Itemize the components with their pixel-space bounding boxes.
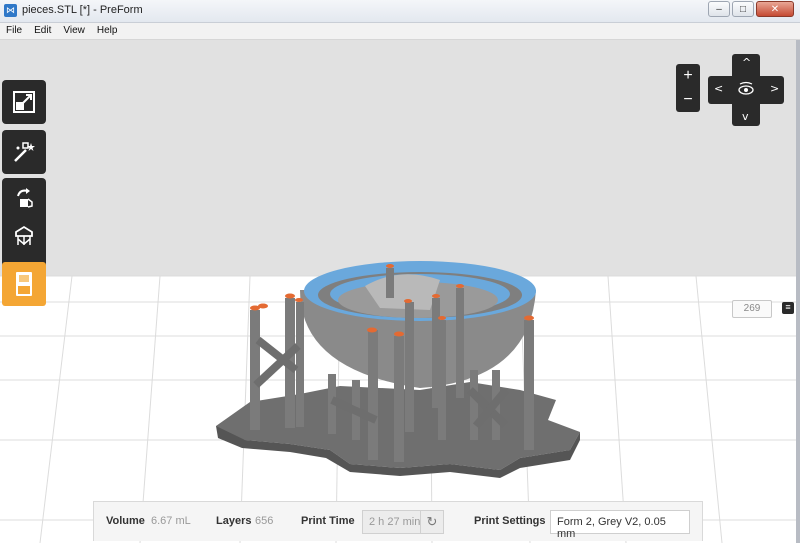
nav-right-button[interactable]: > <box>770 82 779 95</box>
volume-label: Volume <box>106 515 145 527</box>
menu-help[interactable]: Help <box>91 23 124 39</box>
auto-generate-button[interactable] <box>2 130 46 174</box>
printed-model[interactable] <box>0 40 796 543</box>
layers-value: 656 <box>255 515 274 527</box>
orientation-icon <box>17 188 33 208</box>
scale-button[interactable] <box>2 80 46 124</box>
preform-logo-icon: ⋈ <box>4 4 17 17</box>
close-button[interactable]: ✕ <box>756 1 794 17</box>
print-settings-field[interactable]: Form 2, Grey V2, 0.05 mm <box>550 510 690 540</box>
nav-up-button[interactable]: ^ <box>742 56 751 69</box>
zoom-controls: + − <box>676 64 700 112</box>
auto-generate-icon <box>14 142 35 162</box>
zoom-in-button[interactable]: + <box>676 64 700 88</box>
supports-icon <box>15 225 33 245</box>
print-button[interactable] <box>2 262 46 306</box>
menu-bar: File Edit View Help <box>0 23 800 40</box>
print-settings-label: Print Settings <box>474 515 546 527</box>
menu-edit[interactable]: Edit <box>28 23 57 39</box>
window-title: pieces.STL [*] - PreForm <box>22 4 143 16</box>
view-navigation: ^ v < > <box>708 54 784 126</box>
orientation-button[interactable] <box>2 178 46 218</box>
print-time-label: Print Time <box>301 515 355 527</box>
menu-file[interactable]: File <box>0 23 28 39</box>
refresh-icon[interactable]: ↻ <box>420 511 443 533</box>
window-controls: – □ ✕ <box>706 1 794 17</box>
supports-button[interactable] <box>2 218 46 254</box>
layers-label: Layers <box>216 515 252 527</box>
nav-left-button[interactable]: < <box>714 82 723 95</box>
print-icon <box>16 272 32 296</box>
job-info-bar: Volume 6.67 mL Layers 656 Print Time 2 h… <box>93 501 703 541</box>
window-border <box>796 40 800 543</box>
eye-rotate-icon[interactable] <box>736 81 756 99</box>
layer-number-badge: 269 <box>732 300 772 318</box>
scale-icon <box>13 91 35 113</box>
auto-generate-group <box>2 130 46 174</box>
scale-tool-group <box>2 80 46 124</box>
volume-value: 6.67 mL <box>151 515 191 527</box>
maximize-button[interactable]: □ <box>732 1 754 17</box>
zoom-out-button[interactable]: − <box>676 88 700 112</box>
layer-slider-handle[interactable]: ≡ <box>782 302 794 314</box>
3d-viewport[interactable]: + − ^ v < > 269 ≡ <box>0 40 796 543</box>
title-bar: ⋈ pieces.STL [*] - PreForm – □ ✕ <box>0 0 800 23</box>
nav-down-button[interactable]: v <box>742 110 749 123</box>
print-time-box: 2 h 27 min ↻ <box>362 510 444 534</box>
menu-view[interactable]: View <box>57 23 91 39</box>
print-time-value: 2 h 27 min <box>369 516 421 528</box>
minimize-button[interactable]: – <box>708 1 730 17</box>
